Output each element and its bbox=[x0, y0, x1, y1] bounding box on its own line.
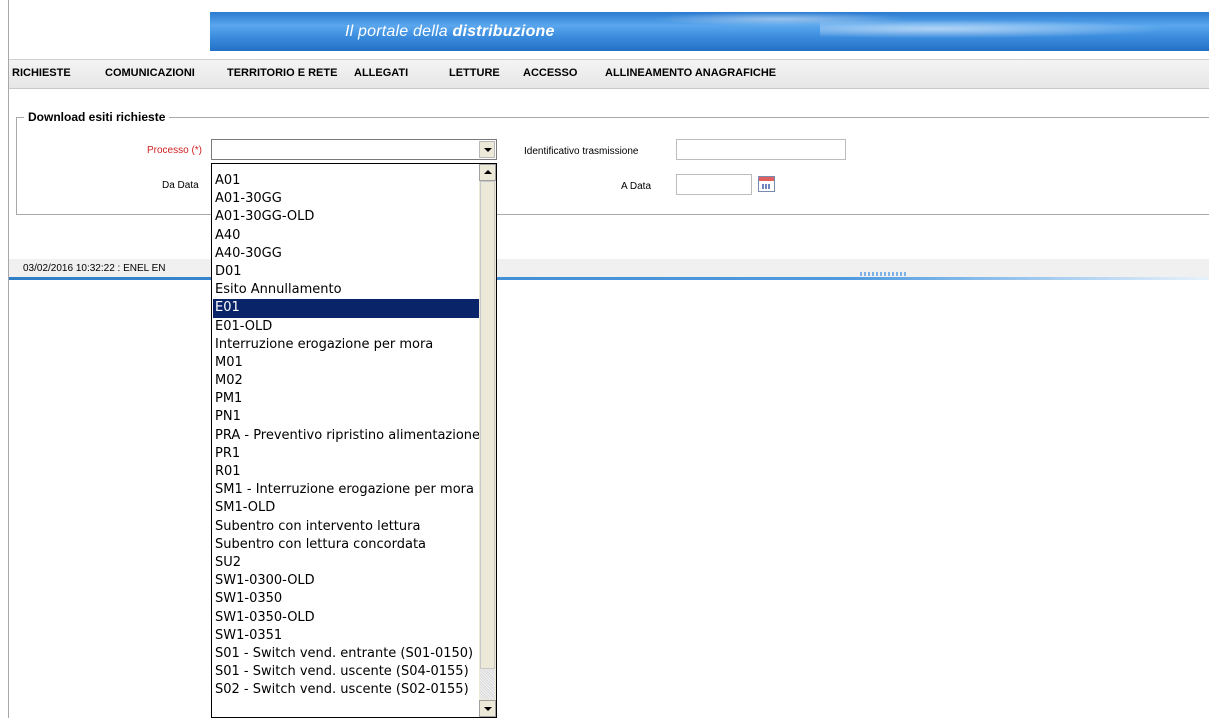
dropdown-option[interactable]: A01-30GG bbox=[213, 190, 479, 208]
scroll-up-arrow-icon[interactable] bbox=[479, 164, 496, 181]
blue-divider bbox=[9, 277, 1209, 280]
dropdown-option[interactable]: S02 - Switch vend. uscente (S02-0155) bbox=[213, 681, 479, 699]
dropdown-option[interactable]: PN1 bbox=[213, 408, 479, 426]
scrollbar-thumb[interactable] bbox=[480, 181, 495, 669]
fieldset-legend: Download esiti richieste bbox=[24, 110, 170, 124]
nav-letture[interactable]: LETTURE bbox=[449, 67, 500, 79]
dropdown-option[interactable]: A40-30GG bbox=[213, 245, 479, 263]
processo-select[interactable] bbox=[211, 139, 497, 160]
dropdown-option[interactable]: A01-30GG-OLD bbox=[213, 208, 479, 226]
a-data-label: A Data bbox=[621, 181, 652, 192]
dropdown-option[interactable]: S01 - Switch vend. entrante (S01-0150) bbox=[213, 645, 479, 663]
banner-title-prefix: Il portale della bbox=[345, 23, 453, 40]
banner-title-bold: distribuzione bbox=[452, 23, 555, 40]
banner-highlight-right bbox=[820, 18, 1209, 40]
da-data-label: Da Data bbox=[162, 180, 199, 191]
page-left-border bbox=[8, 0, 9, 718]
dropdown-option[interactable]: SW1-0350 bbox=[213, 590, 479, 608]
dropdown-option[interactable]: SU2 bbox=[213, 554, 479, 572]
identificativo-trasmissione-label: Identificativo trasmissione bbox=[524, 146, 639, 157]
nav-territorio-e-rete[interactable]: TERRITORIO E RETE bbox=[227, 67, 337, 79]
dropdown-option[interactable]: M01 bbox=[213, 354, 479, 372]
identificativo-trasmissione-input[interactable] bbox=[676, 139, 846, 160]
dropdown-option[interactable]: R01 bbox=[213, 463, 479, 481]
chevron-down-icon[interactable] bbox=[479, 141, 495, 158]
dropdown-option[interactable]: SM1-OLD bbox=[213, 499, 479, 517]
calendar-icon[interactable] bbox=[758, 176, 775, 192]
nav-allineamento-anagrafiche[interactable]: ALLINEAMENTO ANAGRAFICHE bbox=[605, 67, 776, 79]
scrollbar-track[interactable] bbox=[480, 669, 495, 699]
download-esiti-fieldset bbox=[16, 117, 1209, 215]
nav-comunicazioni[interactable]: COMUNICAZIONI bbox=[105, 67, 195, 79]
main-nav: RICHIESTE COMUNICAZIONI TERRITORIO E RET… bbox=[9, 59, 1209, 89]
dropdown-option[interactable]: M02 bbox=[213, 372, 479, 390]
nav-allegati[interactable]: ALLEGATI bbox=[354, 67, 408, 79]
nav-accesso[interactable]: ACCESSO bbox=[523, 67, 577, 79]
dropdown-option[interactable]: SW1-0300-OLD bbox=[213, 572, 479, 590]
banner-title: Il portale della distribuzione bbox=[345, 23, 555, 41]
dropdown-option[interactable]: A40 bbox=[213, 227, 479, 245]
processo-dropdown-list[interactable]: A01 A01-30GG A01-30GG-OLD A40 A40-30GG D01 Esi… bbox=[211, 163, 497, 718]
status-bar bbox=[9, 259, 1209, 277]
dropdown-option[interactable]: SM1 - Interruzione erogazione per mora bbox=[213, 481, 479, 499]
scroll-down-arrow-icon[interactable] bbox=[479, 700, 496, 717]
dropdown-option[interactable]: PM1 bbox=[213, 390, 479, 408]
portal-banner: Il portale della distribuzione bbox=[210, 12, 1209, 51]
a-data-input[interactable] bbox=[676, 174, 752, 195]
nav-richieste[interactable]: RICHIESTE bbox=[12, 67, 71, 79]
dropdown-option[interactable]: Esito Annullamento bbox=[213, 281, 479, 299]
dropdown-option[interactable]: D01 bbox=[213, 263, 479, 281]
dropdown-option[interactable]: PR1 bbox=[213, 445, 479, 463]
dropdown-option[interactable]: Subentro con intervento lettura bbox=[213, 518, 479, 536]
dropdown-option[interactable]: SW1-0350-OLD bbox=[213, 609, 479, 627]
dropdown-option[interactable]: PRA - Preventivo ripristino alimentazion… bbox=[213, 427, 479, 445]
dropdown-option[interactable]: E01-OLD bbox=[213, 318, 479, 336]
dropdown-option[interactable]: S01 - Switch vend. uscente (S04-0155) bbox=[213, 663, 479, 681]
dropdown-scrollbar[interactable] bbox=[479, 164, 496, 717]
dropdown-option[interactable]: Subentro con lettura concordata bbox=[213, 536, 479, 554]
dropdown-option[interactable]: SW1-0351 bbox=[213, 627, 479, 645]
processo-label: Processo (*) bbox=[147, 145, 203, 156]
dropdown-option[interactable]: A01 bbox=[213, 172, 479, 190]
dropdown-option[interactable]: Interruzione erogazione per mora bbox=[213, 336, 479, 354]
progress-dots bbox=[860, 272, 906, 276]
dropdown-options: A01 A01-30GG A01-30GG-OLD A40 A40-30GG D01 Esi… bbox=[213, 172, 479, 699]
dropdown-option[interactable]: E01 bbox=[213, 299, 479, 318]
status-text: 03/02/2016 10:32:22 : ENEL EN bbox=[23, 263, 166, 274]
